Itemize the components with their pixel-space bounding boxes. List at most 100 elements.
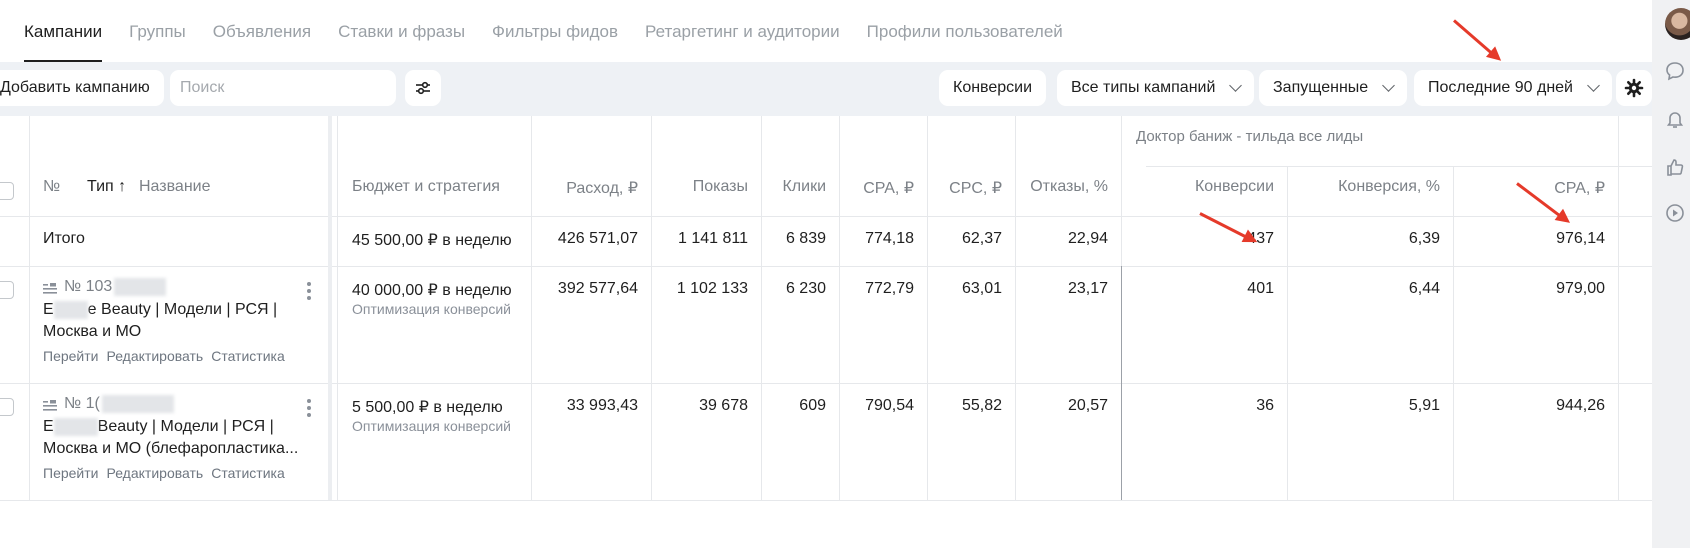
row-clicks: 609: [799, 397, 826, 414]
avatar[interactable]: [1665, 8, 1690, 40]
thumbs-up-icon[interactable]: [1664, 156, 1686, 178]
row-impressions: 39 678: [699, 397, 748, 414]
toolbar: Добавить кампанию Конверсии Все типы кам…: [0, 62, 1652, 116]
total-label: Итого: [43, 230, 85, 247]
redacted-number: [101, 395, 174, 413]
settings-sliders-icon: [416, 81, 430, 95]
gear-icon: [1624, 78, 1644, 98]
tab-user-profiles[interactable]: Профили пользователей: [867, 22, 1063, 62]
row-cpc: 55,82: [961, 397, 1002, 414]
total-goal-cpa: 976,14: [1556, 230, 1605, 247]
header-bounce[interactable]: Отказы, %: [1015, 178, 1108, 196]
filter-settings-button[interactable]: [405, 70, 441, 106]
total-cpa: 774,18: [865, 230, 914, 247]
add-campaign-label: Добавить кампанию: [0, 79, 150, 96]
row-conv-rate: 6,44: [1408, 280, 1440, 297]
tab-bids-phrases[interactable]: Ставки и фразы: [338, 22, 465, 62]
conversions-button[interactable]: Конверсии: [939, 70, 1047, 106]
redacted-number: [114, 278, 167, 296]
stats-link[interactable]: Статистика: [211, 348, 285, 364]
header-impressions[interactable]: Показы: [651, 178, 748, 196]
tab-groups[interactable]: Группы: [129, 22, 186, 62]
select-all-checkbox[interactable]: [0, 182, 14, 200]
campaign-type-icon: [43, 283, 57, 294]
campaign-number-text: № 103: [64, 278, 113, 295]
header-conversions[interactable]: Конверсии: [1121, 178, 1274, 196]
campaign-name-line1[interactable]: E Beauty | Модели | РСЯ |: [43, 418, 274, 436]
row-budget: 40 000,00 ₽ в неделю: [352, 282, 512, 299]
campaign-name-prefix: E: [43, 301, 54, 318]
total-budget: 45 500,00 ₽ в неделю: [352, 232, 512, 249]
play-icon[interactable]: [1664, 202, 1686, 224]
row-checkbox[interactable]: [0, 281, 14, 299]
status-label: Запущенные: [1273, 79, 1369, 96]
tab-ads[interactable]: Объявления: [213, 22, 311, 62]
row-checkbox[interactable]: [0, 398, 14, 416]
redacted-name: [53, 418, 98, 436]
edit-link[interactable]: Редактировать: [106, 465, 203, 481]
header-cpc[interactable]: CPC, ₽: [927, 178, 1002, 198]
campaign-name-text: e Beauty | Модели | РСЯ |: [87, 301, 278, 318]
period-select[interactable]: Последние 90 дней: [1414, 70, 1612, 106]
total-clicks: 6 839: [785, 230, 826, 247]
header-num[interactable]: №: [43, 178, 60, 196]
search-input[interactable]: [170, 70, 396, 106]
campaign-types-select[interactable]: Все типы кампаний: [1057, 70, 1255, 106]
right-rail: [1652, 0, 1690, 548]
campaign-name-line2[interactable]: Москва и МО: [43, 323, 141, 341]
campaign-name-prefix: E: [43, 418, 54, 435]
conversions-label: Конверсии: [953, 79, 1033, 96]
campaign-name-text: Beauty | Модели | РСЯ |: [97, 418, 274, 435]
status-select[interactable]: Запущенные: [1259, 70, 1408, 106]
bell-icon[interactable]: [1664, 108, 1686, 130]
header-name[interactable]: Название: [139, 178, 211, 196]
tab-retargeting[interactable]: Ретаргетинг и аудитории: [645, 22, 840, 62]
header-type[interactable]: Тип ↑: [87, 178, 126, 196]
row-cpa: 790,54: [865, 397, 914, 414]
campaign-number: № 103: [64, 278, 167, 296]
go-link[interactable]: Перейти: [43, 465, 98, 481]
section-tabs: Кампании Группы Объявления Ставки и фраз…: [0, 0, 1652, 62]
row-conversions: 36: [1256, 397, 1274, 414]
chat-icon[interactable]: [1664, 60, 1686, 82]
total-impressions: 1 141 811: [678, 230, 748, 247]
campaign-name-line1[interactable]: Ee Beauty | Модели | РСЯ |: [43, 301, 277, 319]
edit-link[interactable]: Редактировать: [106, 348, 203, 364]
tab-campaigns[interactable]: Кампании: [24, 22, 103, 62]
campaign-types-label: Все типы кампаний: [1071, 79, 1216, 96]
row-strategy: Оптимизация конверсий: [352, 301, 511, 317]
go-link[interactable]: Перейти: [43, 348, 98, 364]
goal-group-header: Доктор баниж - тильда все лиды: [1136, 128, 1364, 145]
row-goal-cpa: 979,00: [1556, 280, 1605, 297]
campaign-number: № 1(: [64, 395, 174, 413]
row-links: Перейти Редактировать Статистика: [43, 348, 285, 364]
tab-feed-filters[interactable]: Фильтры фидов: [492, 22, 618, 62]
stats-link[interactable]: Статистика: [211, 465, 285, 481]
row-cpa: 772,79: [865, 280, 914, 297]
row-cpc: 63,01: [961, 280, 1002, 297]
campaign-name-line2[interactable]: Москва и МО (блефаропластика...: [43, 440, 298, 458]
row-conversions: 401: [1247, 280, 1274, 297]
row-clicks: 6 230: [785, 280, 826, 297]
row-conv-rate: 5,91: [1408, 397, 1440, 414]
header-spend[interactable]: Расход, ₽: [531, 178, 638, 198]
header-clicks[interactable]: Клики: [761, 178, 826, 196]
total-spend: 426 571,07: [557, 230, 638, 247]
table-settings-button[interactable]: [1616, 70, 1652, 106]
period-label: Последние 90 дней: [1428, 79, 1573, 96]
header-conv-rate[interactable]: Конверсия, %: [1287, 178, 1440, 196]
header-budget[interactable]: Бюджет и стратегия: [352, 178, 500, 196]
total-cpc: 62,37: [961, 230, 1002, 247]
row-bounce: 20,57: [1067, 397, 1108, 414]
total-bounce: 22,94: [1067, 230, 1108, 247]
more-vert-icon[interactable]: [307, 399, 311, 417]
header-cpa[interactable]: CPA, ₽: [839, 178, 914, 198]
campaign-type-icon: [43, 400, 57, 411]
add-campaign-button[interactable]: Добавить кампанию: [0, 70, 164, 106]
row-spend: 392 577,64: [557, 280, 638, 297]
row-spend: 33 993,43: [566, 397, 638, 414]
row-strategy: Оптимизация конверсий: [352, 418, 511, 434]
chevron-down-icon: [1229, 79, 1243, 92]
more-vert-icon[interactable]: [307, 282, 311, 300]
chevron-down-icon: [1382, 79, 1396, 92]
